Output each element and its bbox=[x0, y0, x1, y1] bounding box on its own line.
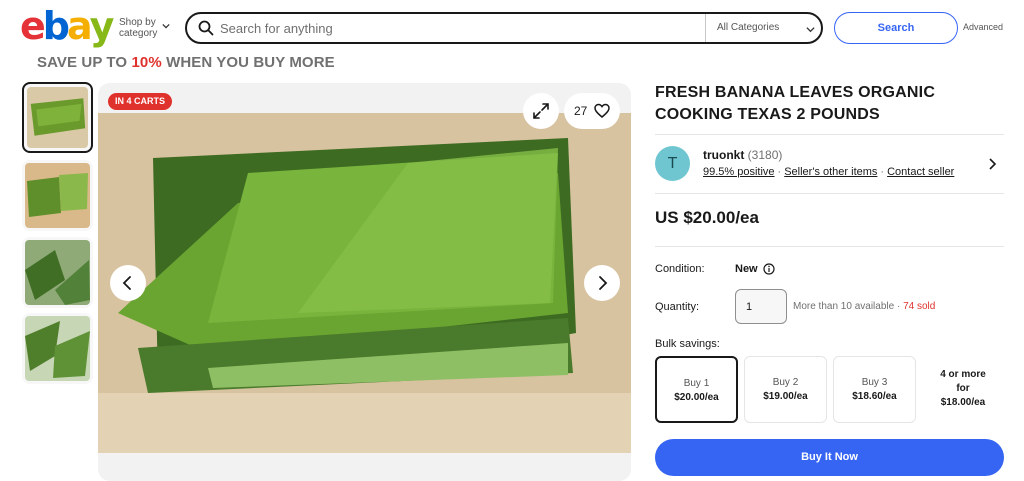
chevron-right-icon[interactable] bbox=[987, 158, 997, 170]
link-separator: · bbox=[777, 166, 782, 178]
bulk-more-line2: for bbox=[956, 383, 970, 394]
heart-icon bbox=[594, 103, 610, 118]
bulk-option-title: Buy 3 bbox=[861, 377, 888, 388]
logo-letter-y: y bbox=[89, 4, 115, 48]
thumbnail-3[interactable] bbox=[22, 237, 93, 308]
seller-name-row: truonkt (3180) bbox=[703, 148, 782, 162]
seller-positive-link[interactable]: 99.5% positive bbox=[703, 166, 775, 178]
listing-title: FRESH BANANA LEAVES ORGANIC COOKING TEXA… bbox=[655, 84, 936, 123]
banana-plant-thumbnail bbox=[25, 240, 90, 305]
chevron-right-icon bbox=[599, 276, 608, 290]
search-bar: All Categories bbox=[185, 12, 823, 44]
banana-plant-thumbnail bbox=[25, 316, 90, 381]
quantity-label: Quantity: bbox=[655, 301, 700, 313]
expand-button[interactable] bbox=[523, 93, 559, 129]
site-header: ebay Shop by category All Categories Sea… bbox=[0, 0, 1024, 52]
condition-value: New bbox=[735, 263, 758, 275]
contact-seller-link[interactable]: Contact seller bbox=[887, 166, 954, 178]
bulk-option-buy-1[interactable]: Buy 1 $20.00/ea bbox=[655, 356, 738, 423]
seller-avatar[interactable]: T bbox=[655, 146, 690, 181]
chevron-left-icon bbox=[122, 276, 131, 290]
banana-leaf-thumbnail bbox=[25, 163, 90, 228]
availability-separator: · bbox=[894, 301, 904, 312]
banana-leaf-thumbnail bbox=[27, 87, 88, 148]
chevron-down-icon[interactable] bbox=[806, 25, 815, 34]
advanced-search-link[interactable]: Advanced bbox=[963, 22, 1003, 32]
buy-it-now-button[interactable]: Buy It Now bbox=[655, 439, 1004, 476]
promo-percent: 10% bbox=[131, 54, 162, 71]
info-icon[interactable] bbox=[763, 263, 775, 275]
bulk-option-buy-3[interactable]: Buy 3 $18.60/ea bbox=[833, 356, 916, 423]
thumbnail-4[interactable] bbox=[22, 313, 93, 384]
item-price: US $20.00/ea bbox=[655, 208, 759, 227]
chevron-down-icon[interactable] bbox=[162, 22, 170, 30]
bulk-option-buy-2[interactable]: Buy 2 $19.00/ea bbox=[744, 356, 827, 423]
condition-label: Condition: bbox=[655, 263, 705, 275]
bulk-savings-label: Bulk savings: bbox=[655, 338, 720, 350]
search-input[interactable] bbox=[220, 19, 690, 37]
bulk-option-price: $18.60/ea bbox=[852, 391, 897, 402]
next-image-button[interactable] bbox=[584, 265, 620, 301]
availability-count: More than 10 available bbox=[793, 301, 895, 312]
bulk-option-title: Buy 1 bbox=[683, 378, 710, 389]
thumbnail-2[interactable] bbox=[22, 160, 93, 231]
logo-letter-b: b bbox=[42, 4, 70, 48]
shop-by-line1: Shop by bbox=[119, 17, 156, 28]
watch-count: 27 bbox=[574, 104, 588, 118]
seller-other-items-link[interactable]: Seller's other items bbox=[784, 166, 877, 178]
banana-leaves-photo bbox=[98, 113, 631, 453]
in-carts-badge: IN 4 CARTS bbox=[108, 93, 173, 110]
previous-image-button[interactable] bbox=[110, 265, 146, 301]
quantity-input[interactable] bbox=[735, 289, 787, 324]
shop-by-line2: category bbox=[119, 28, 158, 39]
thumbnail-1[interactable] bbox=[22, 82, 93, 153]
logo-letter-a: a bbox=[66, 4, 93, 48]
search-icon bbox=[198, 20, 214, 36]
bulk-more-line3: $18.00/ea bbox=[940, 397, 986, 408]
watch-button[interactable]: 27 bbox=[564, 93, 620, 129]
link-separator: · bbox=[880, 166, 885, 178]
logo-letter-e: e bbox=[20, 4, 46, 48]
seller-links: 99.5% positive · Seller's other items · Cont… bbox=[703, 166, 954, 178]
category-divider bbox=[705, 14, 706, 42]
sold-count[interactable]: 74 sold bbox=[903, 301, 935, 312]
bulk-option-price: $19.00/ea bbox=[763, 391, 808, 402]
bulk-promo-banner: SAVE UP TO 10% WHEN YOU BUY MORE bbox=[37, 54, 335, 71]
ebay-logo[interactable]: ebay bbox=[20, 4, 115, 48]
expand-icon bbox=[533, 103, 549, 119]
availability-text: More than 10 available · 74 sold bbox=[793, 301, 935, 312]
bulk-option-price: $20.00/ea bbox=[674, 392, 719, 403]
bulk-more-line1: 4 or more bbox=[940, 369, 986, 380]
divider bbox=[655, 193, 1004, 194]
main-product-image[interactable]: IN 4 CARTS 27 bbox=[98, 83, 631, 481]
seller-name[interactable]: truonkt bbox=[703, 148, 744, 162]
promo-suffix: WHEN YOU BUY MORE bbox=[161, 54, 335, 71]
seller-feedback-count: (3180) bbox=[747, 148, 783, 162]
bulk-option-title: Buy 2 bbox=[772, 377, 799, 388]
divider bbox=[655, 134, 1004, 135]
shop-by-category-button[interactable]: Shop by category bbox=[119, 17, 157, 39]
search-button[interactable]: Search bbox=[834, 12, 958, 44]
category-select[interactable]: All Categories bbox=[717, 22, 779, 33]
divider bbox=[655, 246, 1004, 247]
bulk-option-4-plus[interactable]: 4 or more for $18.00/ea bbox=[930, 368, 996, 410]
promo-prefix: SAVE UP TO bbox=[37, 54, 132, 71]
